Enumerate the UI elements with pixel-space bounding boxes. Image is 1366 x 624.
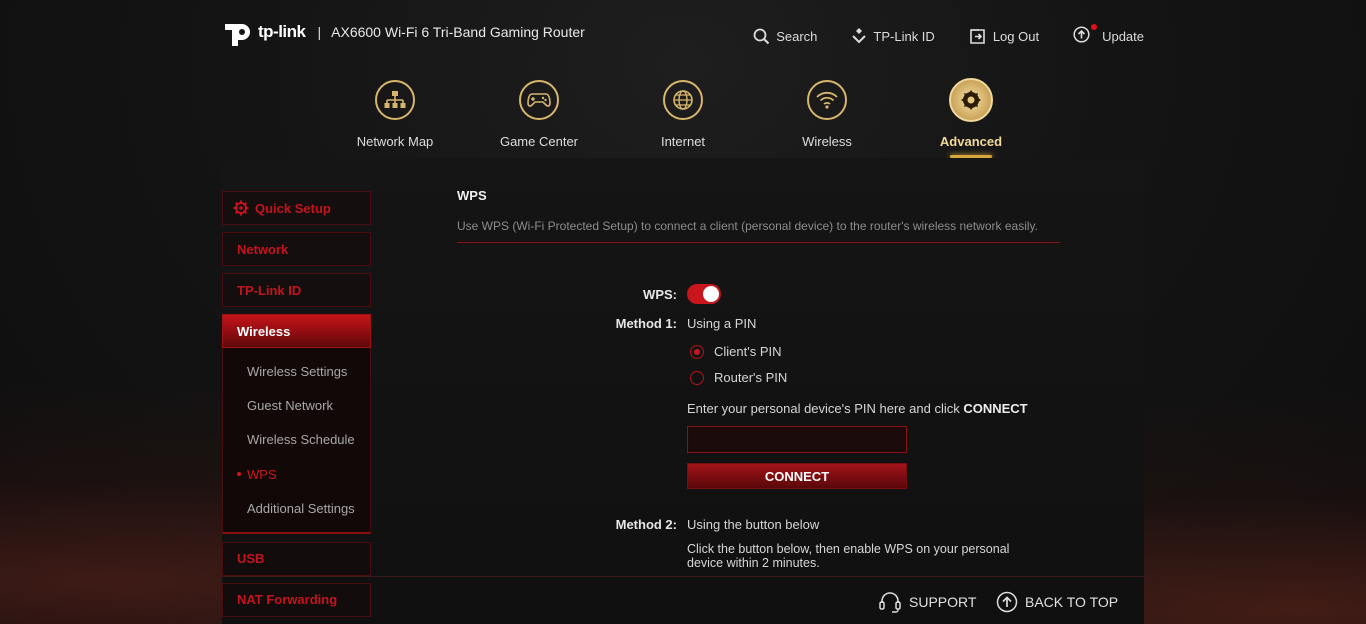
logout-icon [970,28,985,44]
pin-instruction: Enter your personal device's PIN here an… [687,401,1028,416]
method2-label: Method 2: [615,517,677,532]
radio-circle [690,344,704,359]
footer-bar: SUPPORT BACK TO TOP [222,576,1144,624]
gamepad-icon [519,80,559,120]
client-pin-label: Client's PIN [714,344,782,359]
sidebar: Quick Setup Network TP-Link ID Wireless … [222,191,371,624]
submenu-item-label: Guest Network [247,398,333,414]
top-actions: Search TP-Link ID Log Out Update [719,24,1144,46]
radio-circle [690,370,704,385]
section-description: Use WPS (Wi-Fi Protected Setup) to conne… [457,219,1038,233]
method2-value: Using the button below [687,517,820,532]
tplink-id-button[interactable]: TP-Link ID [851,26,935,46]
update-label: Update [1102,28,1144,44]
wps-toggle[interactable] [687,284,721,304]
sidebar-item-usb[interactable]: USB [222,541,371,576]
nav-game-center-label: Game Center [499,134,579,149]
router-pin-label: Router's PIN [714,370,788,385]
section-title: WPS [457,188,487,203]
nav-advanced[interactable]: Advanced [906,78,1036,158]
method1-label: Method 1: [615,316,677,331]
pin-input[interactable] [687,426,907,453]
nav-internet[interactable]: Internet [618,78,748,149]
nav-network-map[interactable]: Network Map [330,78,460,149]
submenu-item-wireless-schedule[interactable]: Wireless Schedule [223,423,370,457]
pin-instruction-bold: CONNECT [963,401,1028,416]
back-to-top-label: BACK TO TOP [1025,594,1119,610]
submenu-item-label: Additional Settings [247,501,355,517]
method2-description: Click the button below, then enable WPS … [687,542,1010,570]
router-pin-radio[interactable]: Router's PIN [690,370,787,385]
sidebar-item-tplink-id[interactable]: TP-Link ID [222,273,371,307]
current-item-dot [237,472,241,477]
back-to-top-link[interactable]: BACK TO TOP [996,591,1118,613]
submenu-item-label: WPS [247,466,277,482]
router-model: AX6600 Wi-Fi 6 Tri-Band Gaming Router [331,24,585,40]
submenu-item-wireless-settings[interactable]: Wireless Settings [223,354,370,388]
submenu-item-guest-network[interactable]: Guest Network [223,388,370,422]
globe-icon [663,80,703,120]
method1-value: Using a PIN [687,316,757,331]
network-map-icon [375,80,415,120]
toggle-knob [703,286,719,302]
main-navigation: Network Map Game Center Internet Wireles… [0,78,1366,158]
nav-network-map-label: Network Map [356,134,434,149]
search-icon [753,28,770,44]
submenu-item-label: Wireless Settings [247,363,348,379]
sidebar-item-wireless[interactable]: Wireless [222,314,371,348]
update-button[interactable]: Update [1073,24,1144,46]
sidebar-item-label: USB [237,551,265,567]
headset-icon [879,592,901,613]
logout-button[interactable]: Log Out [969,26,1039,46]
pin-instruction-text: Enter your personal device's PIN here an… [687,401,964,416]
sidebar-item-label: Quick Setup [255,200,331,216]
connect-button[interactable]: CONNECT [687,463,907,489]
sidebar-item-label: TP-Link ID [237,282,302,298]
nav-advanced-label: Advanced [939,134,1003,149]
search-label: Search [776,28,818,44]
logout-label: Log Out [992,28,1040,44]
sidebar-item-network[interactable]: Network [222,232,371,266]
submenu-item-additional-settings[interactable]: Additional Settings [223,492,370,526]
support-link[interactable]: SUPPORT [878,591,976,613]
client-pin-radio[interactable]: Client's PIN [690,344,782,359]
sidebar-item-quick-setup[interactable]: Quick Setup [222,191,371,225]
nav-game-center[interactable]: Game Center [474,78,604,149]
arrow-up-circle-icon [996,591,1018,613]
wireless-submenu: Wireless Settings Guest Network Wireless… [222,348,371,534]
wps-content: WPS Use WPS (Wi-Fi Protected Setup) to c… [457,188,1060,570]
sidebar-item-label: Wireless [237,323,291,339]
sidebar-item-label: Network [237,241,289,257]
update-notification-dot [1091,24,1098,30]
support-label: SUPPORT [909,594,977,610]
submenu-item-wps[interactable]: WPS [223,457,370,491]
tplink-id-icon [852,28,867,44]
nav-wireless[interactable]: Wireless [762,78,892,149]
brand-name: tp-link [258,22,306,41]
tplink-id-label: TP-Link ID [873,28,935,44]
brand-logo[interactable]: tp-link | AX6600 Wi-Fi 6 Tri-Band Gaming… [222,16,585,48]
section-divider [457,242,1060,243]
main-panel: Quick Setup Network TP-Link ID Wireless … [222,158,1144,624]
update-icon [1073,24,1098,46]
header-separator: | [317,24,322,40]
nav-wireless-label: Wireless [802,134,852,149]
top-header: tp-link | AX6600 Wi-Fi 6 Tri-Band Gaming… [222,14,1144,58]
wps-label: WPS: [643,287,677,302]
nav-internet-label: Internet [660,134,706,149]
search-button[interactable]: Search [753,26,817,46]
gear-icon [949,78,993,122]
tp-link-logo-icon [222,16,254,48]
submenu-item-label: Wireless Schedule [247,432,355,448]
quick-setup-gear-icon [233,200,249,216]
wifi-icon [807,80,847,120]
